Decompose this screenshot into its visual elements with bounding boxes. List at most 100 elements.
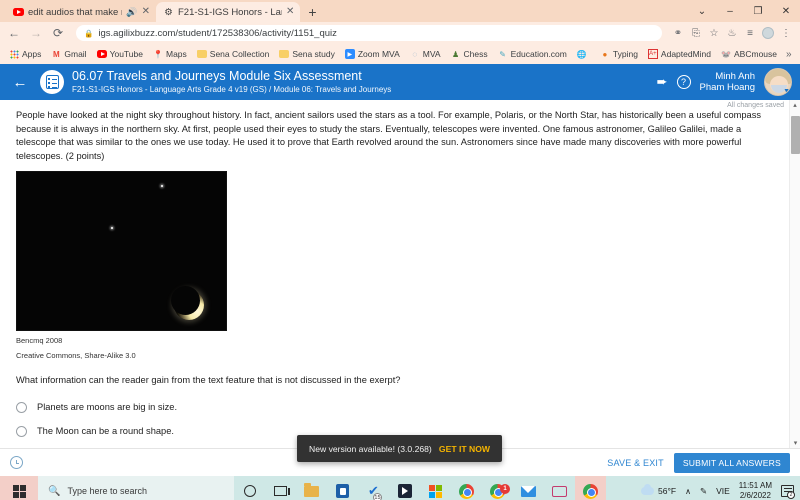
bookmark-label: Maps: [165, 49, 187, 59]
radio-button[interactable]: [16, 425, 27, 437]
content-scrollbar[interactable]: ▴ ▾: [789, 100, 800, 448]
bookmark-label: AdaptedMind: [660, 49, 712, 59]
chrome-notification-icon[interactable]: 1: [482, 476, 513, 500]
bookmark-education-com[interactable]: ✎ Education.com: [493, 49, 572, 59]
todo-check-icon[interactable]: ✔ 15: [358, 476, 389, 500]
tab-mute-icon[interactable]: 🔊: [126, 7, 137, 18]
bookmark-chess[interactable]: ♟ Chess: [446, 49, 493, 59]
microsoft-office-icon[interactable]: [420, 476, 451, 500]
pen-icon[interactable]: ✎: [700, 486, 707, 497]
todo-badge: 15: [372, 493, 382, 500]
browser-tab-igs[interactable]: ⚙ F21-S1-IGS Honors - Language A ✕: [156, 2, 301, 22]
language-indicator[interactable]: VIE: [716, 486, 730, 496]
reload-icon[interactable]: ⟳: [50, 26, 66, 40]
bookmark-sena-study[interactable]: Sena study: [274, 49, 340, 59]
tray-clock[interactable]: 11:51 AM 2/6/2022: [739, 481, 772, 500]
key-icon[interactable]: ⚭: [672, 28, 684, 39]
tab-title: F21-S1-IGS Honors - Language A: [178, 6, 282, 18]
weather-widget[interactable]: 56°F: [641, 484, 677, 496]
cloud-icon: [641, 484, 655, 495]
answer-option-label: The Moon can be a round shape.: [37, 426, 174, 436]
clock-icon[interactable]: [10, 456, 23, 469]
question-text: What information can the reader gain fro…: [16, 375, 401, 385]
search-magnifier-icon: 🔍: [48, 485, 61, 497]
bookmark-sena-collection[interactable]: Sena Collection: [192, 49, 275, 59]
education-icon: ✎: [499, 49, 506, 59]
bookmark-label: Apps: [22, 49, 42, 59]
save-and-exit-button[interactable]: SAVE & EXIT: [607, 458, 664, 468]
submit-all-answers-button[interactable]: SUBMIT ALL ANSWERS: [673, 452, 790, 473]
action-bar-buttons: SAVE & EXIT SUBMIT ALL ANSWERS: [607, 452, 790, 473]
tray-date: 2/6/2022: [739, 491, 771, 500]
bookmark-label: YouTube: [109, 49, 143, 59]
back-icon[interactable]: ←: [6, 26, 22, 40]
windows-start-icon[interactable]: [0, 476, 38, 500]
cortana-icon[interactable]: [234, 476, 265, 500]
chevron-down-icon[interactable]: ⌄: [688, 0, 716, 22]
answer-option-label: Planets are moons are big in size.: [37, 402, 178, 412]
new-tab-button[interactable]: +: [300, 4, 324, 22]
scroll-down-arrow-icon[interactable]: ▾: [790, 438, 800, 448]
reading-list-icon[interactable]: ≡: [744, 28, 756, 39]
update-toast: New version available! (3.0.268) GET IT …: [297, 435, 502, 462]
bookmark-apps[interactable]: Apps: [4, 49, 46, 59]
tab-close-icon[interactable]: ✕: [286, 7, 294, 17]
bookmark-maps[interactable]: 📍 Maps: [148, 49, 192, 59]
chess-icon: ♟: [451, 49, 460, 59]
back-arrow-icon[interactable]: ←: [8, 74, 32, 91]
microsoft-store-icon[interactable]: [327, 476, 358, 500]
bookmark-gmail[interactable]: M Gmail: [46, 49, 91, 59]
image-caption-license: Creative Commons, Share-Alike 3.0: [16, 351, 136, 360]
tab-close-icon[interactable]: ✕: [142, 7, 150, 17]
send-paper-plane-icon[interactable]: ➨: [657, 74, 668, 90]
bookmark-mva[interactable]: ◌ MVA: [405, 49, 446, 59]
tray-expand-icon[interactable]: ∧: [685, 487, 691, 496]
scroll-up-arrow-icon[interactable]: ▴: [790, 100, 800, 110]
chrome-active-icon[interactable]: [575, 476, 606, 500]
get-it-now-button[interactable]: GET IT NOW: [439, 444, 490, 454]
media-player-icon[interactable]: [389, 476, 420, 500]
folder-icon: [279, 49, 290, 59]
keyboard-icon[interactable]: [544, 476, 575, 500]
share-icon[interactable]: ⎘: [690, 28, 702, 39]
taskbar-search-input[interactable]: 🔍 Type here to search: [38, 476, 234, 500]
header-texts: 06.07 Travels and Journeys Module Six As…: [72, 69, 391, 95]
forward-icon[interactable]: →: [28, 26, 44, 40]
more-menu-icon[interactable]: ⋮: [780, 28, 792, 39]
maximize-button[interactable]: ❐: [744, 0, 772, 22]
scrollbar-thumb[interactable]: [791, 116, 800, 154]
bookmark-zoom-mva[interactable]: ▶ Zoom MVA: [340, 49, 405, 59]
close-window-button[interactable]: ✕: [772, 0, 800, 22]
help-question-icon[interactable]: ?: [676, 75, 691, 89]
bookmark-youtube[interactable]: YouTube: [92, 49, 148, 59]
system-tray: 56°F ∧ ✎ VIE 11:51 AM 2/6/2022 2: [641, 481, 800, 500]
bookmark-star-icon[interactable]: ☆: [708, 28, 720, 39]
file-explorer-icon[interactable]: [296, 476, 327, 500]
lock-icon: 🔒: [84, 28, 94, 38]
youtube-icon: [13, 7, 24, 18]
bookmark-globe[interactable]: 🌐: [572, 49, 595, 59]
minimize-button[interactable]: –: [716, 0, 744, 22]
bookmarks-overflow-icon[interactable]: »: [782, 49, 796, 60]
task-view-icon[interactable]: [265, 476, 296, 500]
app-header: ← 06.07 Travels and Journeys Module Six …: [0, 64, 800, 100]
answer-option-1[interactable]: Planets are moons are big in size.: [16, 395, 800, 419]
avatar[interactable]: ▼: [764, 68, 792, 96]
mva-icon: ◌: [412, 49, 418, 59]
bookmark-label: MVA: [422, 49, 441, 59]
temperature: 56°F: [658, 486, 677, 496]
chrome-icon[interactable]: [451, 476, 482, 500]
notifications-icon[interactable]: 2: [781, 485, 795, 499]
bookmark-abcmouse[interactable]: 🐭 ABCmouse: [716, 49, 782, 59]
bookmark-typing[interactable]: ● Typing: [595, 49, 643, 59]
browser-tab-youtube[interactable]: edit audios that make m 🔊 ✕: [6, 2, 156, 22]
radio-button[interactable]: [16, 401, 27, 413]
address-bar[interactable]: 🔒 igs.agilixbuzz.com/student/172538306/a…: [76, 25, 662, 41]
quiz-content: All changes saved People have looked at …: [0, 100, 800, 448]
mail-icon[interactable]: [513, 476, 544, 500]
save-status: All changes saved: [727, 102, 784, 109]
bookmark-adaptedmind[interactable]: A+ AdaptedMind: [643, 49, 716, 59]
extensions-puzzle-icon[interactable]: ♨: [726, 28, 738, 39]
profile-avatar-icon[interactable]: [762, 27, 774, 39]
bookmark-label: Education.com: [510, 49, 567, 59]
